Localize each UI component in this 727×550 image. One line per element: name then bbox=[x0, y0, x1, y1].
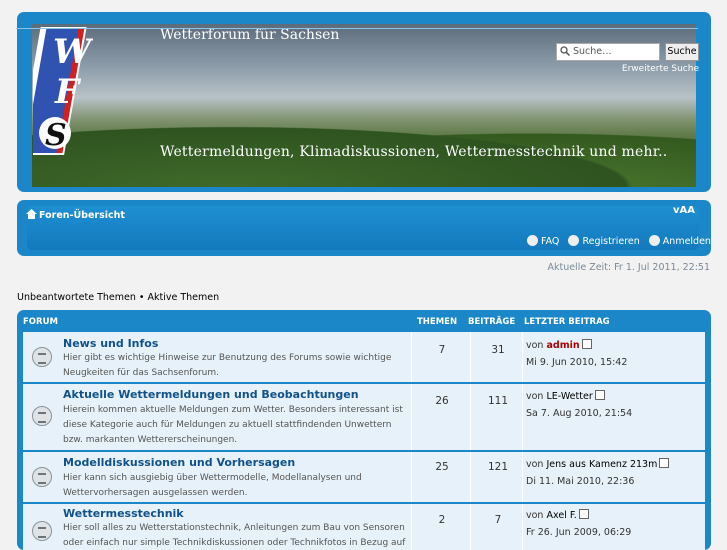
forum-title-link[interactable]: News und Infos bbox=[63, 337, 158, 350]
forum-table-header: FORUM THEMEN BEITRÄGE LETZTER BEITRAG bbox=[17, 310, 711, 332]
by-label: von bbox=[526, 459, 544, 470]
forum-title-link[interactable]: Aktuelle Wettermeldungen und Beobachtung… bbox=[63, 388, 359, 401]
font-size-toggle[interactable]: vAA bbox=[673, 205, 695, 216]
col-posts: BEITRÄGE bbox=[468, 317, 516, 327]
forum-title-link[interactable]: Modelldiskussionen und Vorhersagen bbox=[63, 456, 295, 469]
faq-icon bbox=[527, 235, 538, 246]
site-logo[interactable]: W F S bbox=[33, 25, 93, 160]
last-post-date: Fr 26. Jun 2009, 06:29 bbox=[526, 527, 632, 538]
forum-read-icon bbox=[32, 521, 52, 541]
login-label: Anmelden bbox=[662, 236, 711, 247]
login-icon bbox=[648, 235, 660, 246]
forum-index-label: Foren-Übersicht bbox=[39, 210, 125, 221]
last-post: von LE-Wetter Sa 7. Aug 2010, 21:54 bbox=[526, 388, 632, 422]
forum-list: FORUM THEMEN BEITRÄGE LETZTER BEITRAG Ne… bbox=[17, 310, 711, 550]
post-count: 31 bbox=[491, 344, 505, 356]
register-icon bbox=[568, 235, 580, 246]
column-divider bbox=[522, 384, 523, 450]
svg-text:F: F bbox=[54, 72, 82, 112]
post-count: 121 bbox=[487, 461, 509, 473]
forum-title: Wetterforum für Sachsen bbox=[160, 27, 340, 43]
last-post-author[interactable]: admin bbox=[547, 340, 580, 351]
search-placeholder: Suche… bbox=[573, 46, 612, 57]
faq-label: FAQ bbox=[541, 236, 560, 247]
advanced-search-link[interactable]: Erweiterte Suche bbox=[622, 64, 699, 74]
column-divider bbox=[522, 504, 523, 550]
forum-row: Wettermesstechnik Hier soll alles zu Wet… bbox=[23, 504, 705, 550]
by-label: von bbox=[526, 391, 544, 402]
forum-description: Hierein kommen aktuelle Meldungen zum We… bbox=[63, 405, 403, 445]
topic-count: 26 bbox=[435, 395, 449, 407]
register-label: Registrieren bbox=[582, 236, 640, 247]
svg-text:S: S bbox=[45, 118, 67, 153]
forum-row: Modelldiskussionen und Vorhersagen Hier … bbox=[23, 452, 705, 502]
view-latest-post-icon[interactable] bbox=[578, 509, 589, 519]
current-time: Aktuelle Zeit: Fr 1. Jul 2011, 22:51 bbox=[547, 262, 710, 273]
column-divider bbox=[522, 332, 523, 382]
forum-tagline: Wettermeldungen, Klimadiskussionen, Wett… bbox=[160, 144, 668, 160]
column-divider bbox=[470, 384, 471, 450]
forum-row: Aktuelle Wettermeldungen und Beobachtung… bbox=[23, 384, 705, 450]
column-divider bbox=[411, 452, 412, 502]
forum-description: Hier gibt es wichtige Hinweise zur Benut… bbox=[63, 353, 392, 378]
search-button[interactable]: Suche bbox=[665, 43, 699, 61]
column-divider bbox=[411, 332, 412, 382]
column-divider bbox=[470, 332, 471, 382]
forum-row: News und Infos Hier gibt es wichtige Hin… bbox=[23, 332, 705, 382]
col-forum: FORUM bbox=[23, 317, 58, 327]
forum-description: Hier kann sich ausgiebig über Wettermode… bbox=[63, 473, 362, 498]
login-link[interactable]: Anmelden bbox=[648, 235, 714, 247]
last-post-author[interactable]: Jens aus Kamenz 213m bbox=[547, 459, 658, 470]
register-link[interactable]: Registrieren bbox=[568, 235, 642, 247]
svg-text:W: W bbox=[53, 32, 93, 72]
by-label: von bbox=[526, 510, 544, 521]
by-label: von bbox=[526, 340, 544, 351]
forum-read-icon bbox=[32, 406, 52, 426]
site-header bbox=[17, 12, 711, 192]
search-input[interactable]: Suche… bbox=[556, 43, 660, 61]
last-post: von Jens aus Kamenz 213m Di 11. Mai 2010… bbox=[526, 456, 670, 490]
forum-description: Hier soll alles zu Wetterstationstechnik… bbox=[63, 523, 406, 548]
last-post: von admin Mi 9. Jun 2010, 15:42 bbox=[526, 337, 627, 371]
column-divider bbox=[411, 504, 412, 550]
forum-title-link[interactable]: Wettermesstechnik bbox=[63, 507, 184, 520]
last-post-date: Mi 9. Jun 2010, 15:42 bbox=[526, 357, 628, 368]
topic-count: 7 bbox=[438, 344, 446, 356]
nav-divider bbox=[16, 28, 698, 29]
last-post-date: Di 11. Mai 2010, 22:36 bbox=[526, 476, 635, 487]
last-post-author[interactable]: Axel F. bbox=[547, 510, 577, 521]
forum-read-icon bbox=[32, 347, 52, 367]
home-icon bbox=[26, 209, 37, 219]
view-latest-post-icon[interactable] bbox=[594, 390, 605, 400]
column-divider bbox=[522, 452, 523, 502]
view-latest-post-icon[interactable] bbox=[581, 339, 592, 349]
last-post-date: Sa 7. Aug 2010, 21:54 bbox=[526, 408, 633, 419]
col-topics: THEMEN bbox=[417, 317, 458, 327]
column-divider bbox=[470, 452, 471, 502]
col-last-post: LETZTER BEITRAG bbox=[524, 317, 610, 327]
column-divider bbox=[470, 504, 471, 550]
search-icon bbox=[560, 46, 571, 62]
last-post-author[interactable]: LE-Wetter bbox=[547, 391, 593, 402]
forum-read-icon bbox=[32, 467, 52, 487]
topic-count: 25 bbox=[435, 461, 449, 473]
forum-index-link[interactable]: Foren-Übersicht bbox=[26, 209, 125, 221]
column-divider bbox=[411, 384, 412, 450]
user-nav: FAQ Registrieren Anmelden bbox=[527, 235, 717, 247]
post-count: 7 bbox=[494, 514, 502, 526]
quick-links[interactable]: Unbeantwortete Themen • Aktive Themen bbox=[17, 292, 219, 303]
topic-count: 2 bbox=[438, 514, 446, 526]
faq-link[interactable]: FAQ bbox=[527, 235, 562, 247]
view-latest-post-icon[interactable] bbox=[659, 458, 670, 468]
post-count: 111 bbox=[487, 395, 509, 407]
last-post: von Axel F. Fr 26. Jun 2009, 06:29 bbox=[526, 507, 631, 541]
